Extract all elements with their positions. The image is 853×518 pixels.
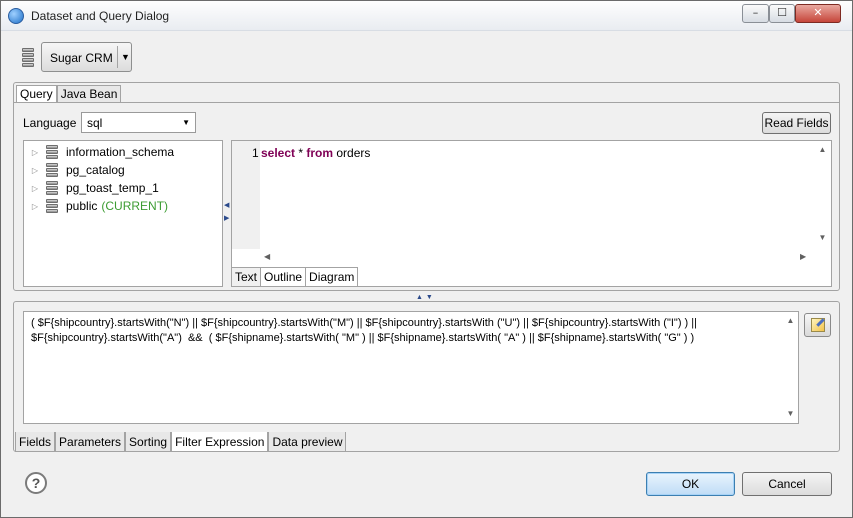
expand-arrow-icon[interactable]: ▷ [24, 148, 46, 157]
keyword-select: select [261, 146, 296, 160]
read-fields-button[interactable]: Read Fields [762, 112, 831, 134]
language-select[interactable]: sql ▼ [81, 112, 196, 133]
tree-item-pg-catalog[interactable]: ▷ pg_catalog [24, 161, 125, 179]
filter-expression-field[interactable]: ( $F{shipcountry}.startsWith("N") || $F{… [23, 311, 799, 424]
expand-arrow-icon[interactable]: ▷ [24, 202, 46, 211]
schema-tree[interactable]: ▷ information_schema ▷ pg_catalog ▷ pg_t… [23, 140, 223, 287]
expand-arrow-icon[interactable]: ▷ [24, 166, 46, 175]
tab-query[interactable]: Query [16, 85, 57, 102]
tab-sorting[interactable]: Sorting [125, 432, 172, 452]
tab-diagram[interactable]: Diagram [306, 267, 359, 286]
database-icon [22, 48, 34, 68]
tree-item-pg-toast-temp-1[interactable]: ▷ pg_toast_temp_1 [24, 179, 159, 197]
table-token: orders [333, 146, 371, 160]
tab-filter-expression[interactable]: Filter Expression [171, 432, 269, 452]
tab-divider [14, 102, 839, 103]
expression-editor-icon [811, 318, 825, 332]
language-value: sql [87, 116, 103, 130]
scroll-down-icon[interactable]: ▼ [814, 233, 831, 242]
tab-parameters[interactable]: Parameters [55, 432, 126, 452]
sql-editor[interactable]: 1 select * from orders ▲ ▼ ◀ ▶ Text Outl… [231, 140, 832, 287]
panel-sash[interactable]: ▲▼ [416, 294, 436, 301]
keyword-from: from [306, 146, 334, 160]
datasource-label: Sugar CRM [50, 51, 113, 65]
dataset-query-dialog: Dataset and Query Dialog – ☐ ✕ Sugar CRM… [0, 0, 853, 518]
datasource-selector[interactable]: Sugar CRM ▼ [41, 42, 132, 72]
query-tabs: Query Java Bean [16, 85, 122, 102]
tab-data-preview[interactable]: Data preview [268, 432, 347, 452]
line-number: 1 [252, 146, 259, 160]
close-button[interactable]: ✕ [795, 4, 841, 23]
sql-code[interactable]: select * from orders [261, 146, 370, 160]
language-label: Language [23, 116, 77, 130]
app-logo-icon [8, 8, 24, 24]
side-splitter[interactable]: ◀ ▶ [224, 201, 230, 223]
tab-fields[interactable]: Fields [15, 432, 56, 452]
collapse-left-icon[interactable]: ◀ [224, 201, 230, 210]
star-token: * [295, 146, 307, 160]
tab-java-bean[interactable]: Java Bean [56, 85, 122, 102]
filter-expression-text[interactable]: ( $F{shipcountry}.startsWith("N") || $F{… [31, 316, 781, 346]
editor-tabs: Text Outline Diagram [232, 267, 359, 286]
scroll-down-icon[interactable]: ▼ [782, 409, 799, 418]
tree-item-label: information_schema [66, 145, 175, 159]
expression-editor-button[interactable] [804, 313, 831, 337]
scroll-up-icon[interactable]: ▲ [782, 316, 799, 325]
editor-horizontal-scrollbar[interactable]: ◀ ▶ [260, 249, 814, 266]
scroll-up-icon[interactable]: ▲ [814, 145, 831, 154]
line-number-gutter: 1 [232, 141, 260, 249]
tree-item-label: pg_toast_temp_1 [66, 181, 159, 195]
schema-icon [46, 145, 58, 159]
minimize-button[interactable]: – [742, 4, 769, 23]
chevron-down-icon[interactable]: ▼ [182, 118, 190, 127]
chevron-down-icon[interactable]: ▼ [121, 52, 130, 62]
schema-icon [46, 199, 58, 213]
expression-vertical-scrollbar[interactable]: ▲ ▼ [782, 312, 799, 423]
tree-item-public[interactable]: ▷ public (CURRENT) [24, 197, 168, 215]
tree-item-information-schema[interactable]: ▷ information_schema [24, 143, 174, 161]
help-icon[interactable]: ? [25, 472, 47, 494]
cancel-button[interactable]: Cancel [742, 472, 832, 496]
tree-item-label: pg_catalog [66, 163, 125, 177]
scroll-right-icon[interactable]: ▶ [800, 252, 806, 261]
scroll-left-icon[interactable]: ◀ [264, 252, 270, 261]
tab-text[interactable]: Text [232, 267, 262, 286]
schema-icon [46, 163, 58, 177]
window-title: Dataset and Query Dialog [31, 9, 170, 23]
expand-arrow-icon[interactable]: ▷ [24, 184, 46, 193]
tree-item-label: public [66, 199, 98, 213]
current-schema-badge: (CURRENT) [101, 199, 169, 213]
tab-outline[interactable]: Outline [261, 267, 307, 286]
schema-icon [46, 181, 58, 195]
collapse-right-icon[interactable]: ▶ [224, 214, 230, 223]
dataset-tabs: Fields Parameters Sorting Filter Express… [15, 432, 347, 452]
ok-button[interactable]: OK [646, 472, 735, 496]
maximize-button[interactable]: ☐ [769, 4, 795, 23]
datasource-separator [117, 46, 118, 68]
title-bar[interactable]: Dataset and Query Dialog – ☐ ✕ [1, 1, 852, 31]
editor-vertical-scrollbar[interactable]: ▲ ▼ [814, 141, 831, 249]
